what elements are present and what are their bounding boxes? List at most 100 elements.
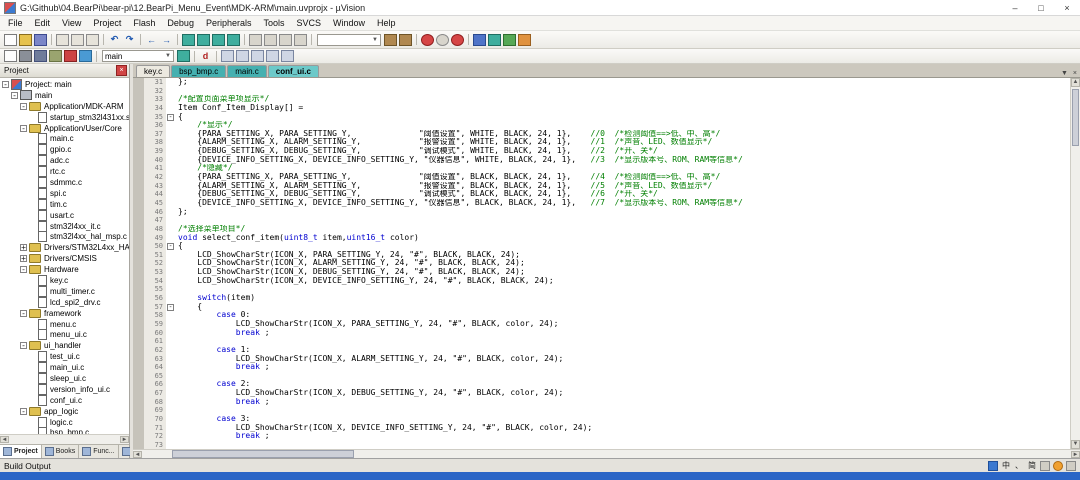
code-line[interactable]: 55 [133,285,1070,295]
breakpoint-margin[interactable] [133,78,144,87]
breakpoint-margin[interactable] [133,86,144,96]
tree-item-logic-c[interactable]: logic.c [0,416,129,428]
breakpoint-margin[interactable] [133,181,144,191]
nav-back-icon[interactable]: ← [145,34,158,46]
nav-forward-icon[interactable]: → [160,34,173,46]
new-file-icon[interactable] [4,33,17,46]
bookmark-clear-icon[interactable] [227,33,240,46]
editor-hscrollbar[interactable]: ◄ ► [133,449,1080,458]
breakpoint-margin[interactable] [133,224,144,234]
tree-item-conf-ui-c[interactable]: conf_ui.c [0,394,129,406]
ime-chinese-mode-label[interactable]: 中 [1001,461,1011,471]
breakpoint-margin[interactable] [133,121,144,130]
breakpoint-margin[interactable] [133,406,144,415]
breakpoint-margin[interactable] [133,397,144,407]
tree-item-main-ui-c[interactable]: main_ui.c [0,362,129,374]
code-line[interactable]: 51 LCD_ShowCharStr(ICON_X, PARA_SETTING_… [133,250,1070,260]
menu-view[interactable]: View [56,18,87,28]
menu-file[interactable]: File [2,18,29,28]
code-line[interactable]: 33 /*配置页面菜单项显示*/ [133,95,1070,104]
indent-icon[interactable] [264,33,277,46]
code-line[interactable]: 70 case 3: [133,414,1070,424]
code-line[interactable]: 69 [133,406,1070,415]
find-icon[interactable] [399,33,412,46]
build-icon[interactable] [19,50,32,62]
code-editor[interactable]: 31}; 32 33/*配置页面菜单项显示*/34 Item Conf_Item_Di… [133,78,1070,449]
rebuild-icon[interactable] [34,50,47,62]
tree-item-application-mdk-arm[interactable]: - Application/MDK-ARM [0,101,129,112]
flag-blue-icon[interactable] [473,33,486,46]
code-line[interactable]: 50-{ [133,242,1070,251]
editor-tab-key-c[interactable]: key.c [136,65,171,77]
breakpoint-margin[interactable] [133,302,144,312]
breakpoint-margin[interactable] [133,103,144,113]
code-line[interactable]: 32 [133,86,1070,96]
bookmark-next-icon[interactable] [212,33,225,46]
breakpoint-margin[interactable] [133,95,144,104]
code-line[interactable]: 60 break ; [133,328,1070,338]
breakpoint-margin[interactable] [133,440,144,449]
breakpoint-margin[interactable] [133,371,144,381]
breakpoint-margin[interactable] [133,354,144,364]
maximize-button[interactable]: □ [1028,0,1054,15]
batch-build-icon[interactable] [49,50,62,62]
ime-emoji-icon[interactable] [1053,460,1063,471]
fold-collapse-icon[interactable]: - [167,243,174,251]
tree-item-test-ui-c[interactable]: test_ui.c [0,351,129,363]
tree-item-usart-c[interactable]: usart.c [0,209,129,221]
code-line[interactable]: 43 {ALARM_SETTING_X, ALARM_SETTING_Y, "报… [133,181,1070,191]
breakpoint-margin[interactable] [133,276,144,286]
tree-item-lcd-spi2-drv-c[interactable]: lcd_spi2_drv.c [0,296,129,308]
menu-peripherals[interactable]: Peripherals [200,18,258,28]
breakpoint-margin[interactable] [133,164,144,174]
tree-item-sdmmc-c[interactable]: sdmmc.c [0,176,129,188]
editor-vscrollbar[interactable]: ▲ ▼ [1070,78,1080,449]
breakpoint-icon[interactable] [421,33,434,46]
tree-item-application-user-core[interactable]: - Application/User/Core [0,123,129,134]
breakpoint-margin[interactable] [133,380,144,390]
code-line[interactable]: 57- { [133,302,1070,312]
tree-item-project-main[interactable]: - Project: main [0,78,129,90]
panel-tab-project[interactable]: Project [0,445,42,458]
code-line[interactable]: 48 /*选择菜单项目*/ [133,224,1070,234]
copy-icon[interactable] [71,33,84,46]
breakpoint-margin[interactable] [133,250,144,260]
code-line[interactable]: 52 LCD_ShowCharStr(ICON_X, ALARM_SETTING… [133,259,1070,269]
ime-toolbar-icon[interactable] [1066,460,1076,471]
tree-item-key-c[interactable]: key.c [0,274,129,286]
breakpoint-margin[interactable] [133,233,144,243]
menu-project[interactable]: Project [87,18,127,28]
menu-svcs[interactable]: SVCS [291,18,328,28]
tree-item-menu-ui-c[interactable]: menu_ui.c [0,329,129,341]
uncomment-icon[interactable] [294,33,307,46]
tree-collapse-icon[interactable]: - [20,309,27,317]
code-line[interactable]: 42 {PARA_SETTING_X, PARA_SETTING_Y, "阈值设… [133,173,1070,182]
breakpoint-margin[interactable] [133,319,144,329]
tree-item-menu-c[interactable]: menu.c [0,318,129,330]
undo-icon[interactable]: ↶ [108,34,121,46]
breakpoint-margin[interactable] [133,216,144,225]
tree-collapse-icon[interactable]: - [2,80,9,88]
tree-item-stm32l4xx-it-c[interactable]: stm32l4xx_it.c [0,220,129,232]
code-line[interactable]: 47 [133,216,1070,225]
open-file-icon[interactable] [19,33,32,46]
tree-item-gpio-c[interactable]: gpio.c [0,144,129,156]
breakpoint-margin[interactable] [133,414,144,424]
tree-item-drivers-stm32l4xx-hal[interactable]: + Drivers/STM32L4xx_HAL_ [0,242,129,253]
code-line[interactable]: 36 /*显示*/ [133,121,1070,130]
code-line[interactable]: 71 LCD_ShowCharStr(ICON_X, DEVICE_INFO_S… [133,423,1070,433]
breakpoint-margin[interactable] [133,259,144,269]
menu-window[interactable]: Window [327,18,371,28]
menu-debug[interactable]: Debug [161,18,200,28]
tree-collapse-icon[interactable]: - [11,91,18,99]
code-line[interactable]: 62 case 1: [133,345,1070,355]
build-output-bar[interactable]: Build Output 中、简 [0,458,1080,472]
target-options-icon[interactable] [177,50,190,62]
comment-icon[interactable] [279,33,292,46]
project-window-icon[interactable] [221,50,234,62]
panel-tab-func[interactable]: Func... [79,445,119,458]
breakpoint-margin[interactable] [133,112,144,122]
code-line[interactable]: 40 {DEVICE_INFO_SETTING_X, DEVICE_INFO_S… [133,155,1070,165]
code-line[interactable]: 58 case 0: [133,311,1070,320]
menu-help[interactable]: Help [371,18,402,28]
